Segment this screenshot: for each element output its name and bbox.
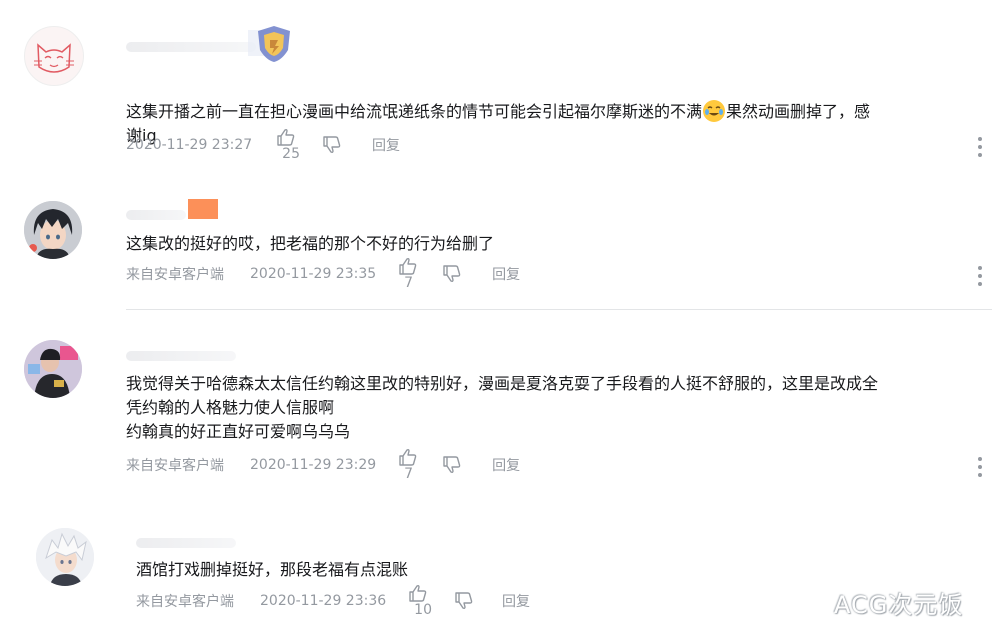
comment-item: 酒馆打戏删掉挺好，那段老福有点混账 来自安卓客户端 2020-11-29 23:… (0, 0, 1000, 632)
thumbs-down-icon (455, 592, 473, 610)
watermark: ACG次元饭 (834, 591, 964, 619)
comment-time: 2020-11-29 23:36 (260, 593, 387, 609)
reply-button[interactable]: 回复 (502, 591, 530, 611)
username[interactable] (136, 538, 236, 548)
like-button[interactable]: 10 (408, 584, 432, 618)
comment-source: 来自安卓客户端 (136, 594, 234, 610)
anime-white-hair-avatar-icon (36, 528, 94, 586)
comment-meta: 来自安卓客户端 2020-11-29 23:36 10 回复 (136, 584, 530, 618)
dislike-button[interactable] (454, 592, 474, 610)
like-count: 10 (414, 602, 432, 618)
comment-text: 酒馆打戏删掉挺好，那段老福有点混账 (136, 560, 409, 579)
avatar[interactable] (36, 528, 94, 586)
thumbs-up-icon (409, 584, 427, 602)
